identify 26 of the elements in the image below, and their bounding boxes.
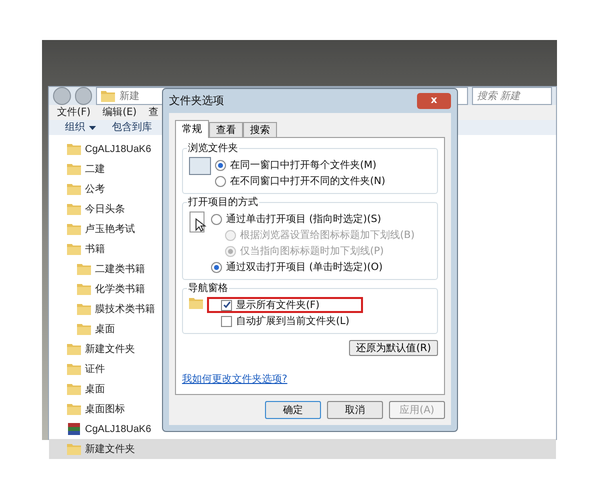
window-title: 文件夹选项 [169,92,224,109]
folder-name: 公考 [85,182,105,196]
folder-name: 书籍 [85,242,105,256]
option-label: 根据浏览器设置给图标标题加下划线(B) [240,228,415,242]
folder-name: 桌面 [95,322,115,336]
option-label: 自动扩展到当前文件夹(L) [236,314,350,328]
folder-name: 新建文件夹 [85,342,135,356]
option-label: 仅当指向图标标题时加下划线(P) [240,244,384,258]
folder-name: 卢玉艳考试 [85,222,135,236]
option-label: 通过单击打开项目 (指向时选定)(S) [226,212,382,226]
folder-name: 今日头条 [85,202,125,216]
option-label: 在不同窗口中打开不同的文件夹(N) [230,174,386,188]
folder-name: 桌面 [85,382,105,396]
folder-name: CgALJ18UaK6 [85,422,152,436]
folder-name: 化学类书籍 [95,282,145,296]
folder-name: 膜技术类书籍 [95,302,155,316]
address-text: 新建 [119,90,140,104]
folder-name: 二建 [85,162,105,176]
option-label: 显示所有文件夹(F) [236,298,320,312]
option-label: 在同一窗口中打开每个文件夹(M) [230,158,376,172]
folder-name: 证件 [85,362,105,376]
folder-name: 桌面图标 [85,402,125,416]
folder-name: 二建类书籍 [95,262,145,276]
option-label: 通过双击打开项目 (单击时选定)(O) [226,260,383,274]
folder-name: 新建文件夹 [85,442,135,456]
folder-name: CgALJ18UaK6 [85,142,152,156]
